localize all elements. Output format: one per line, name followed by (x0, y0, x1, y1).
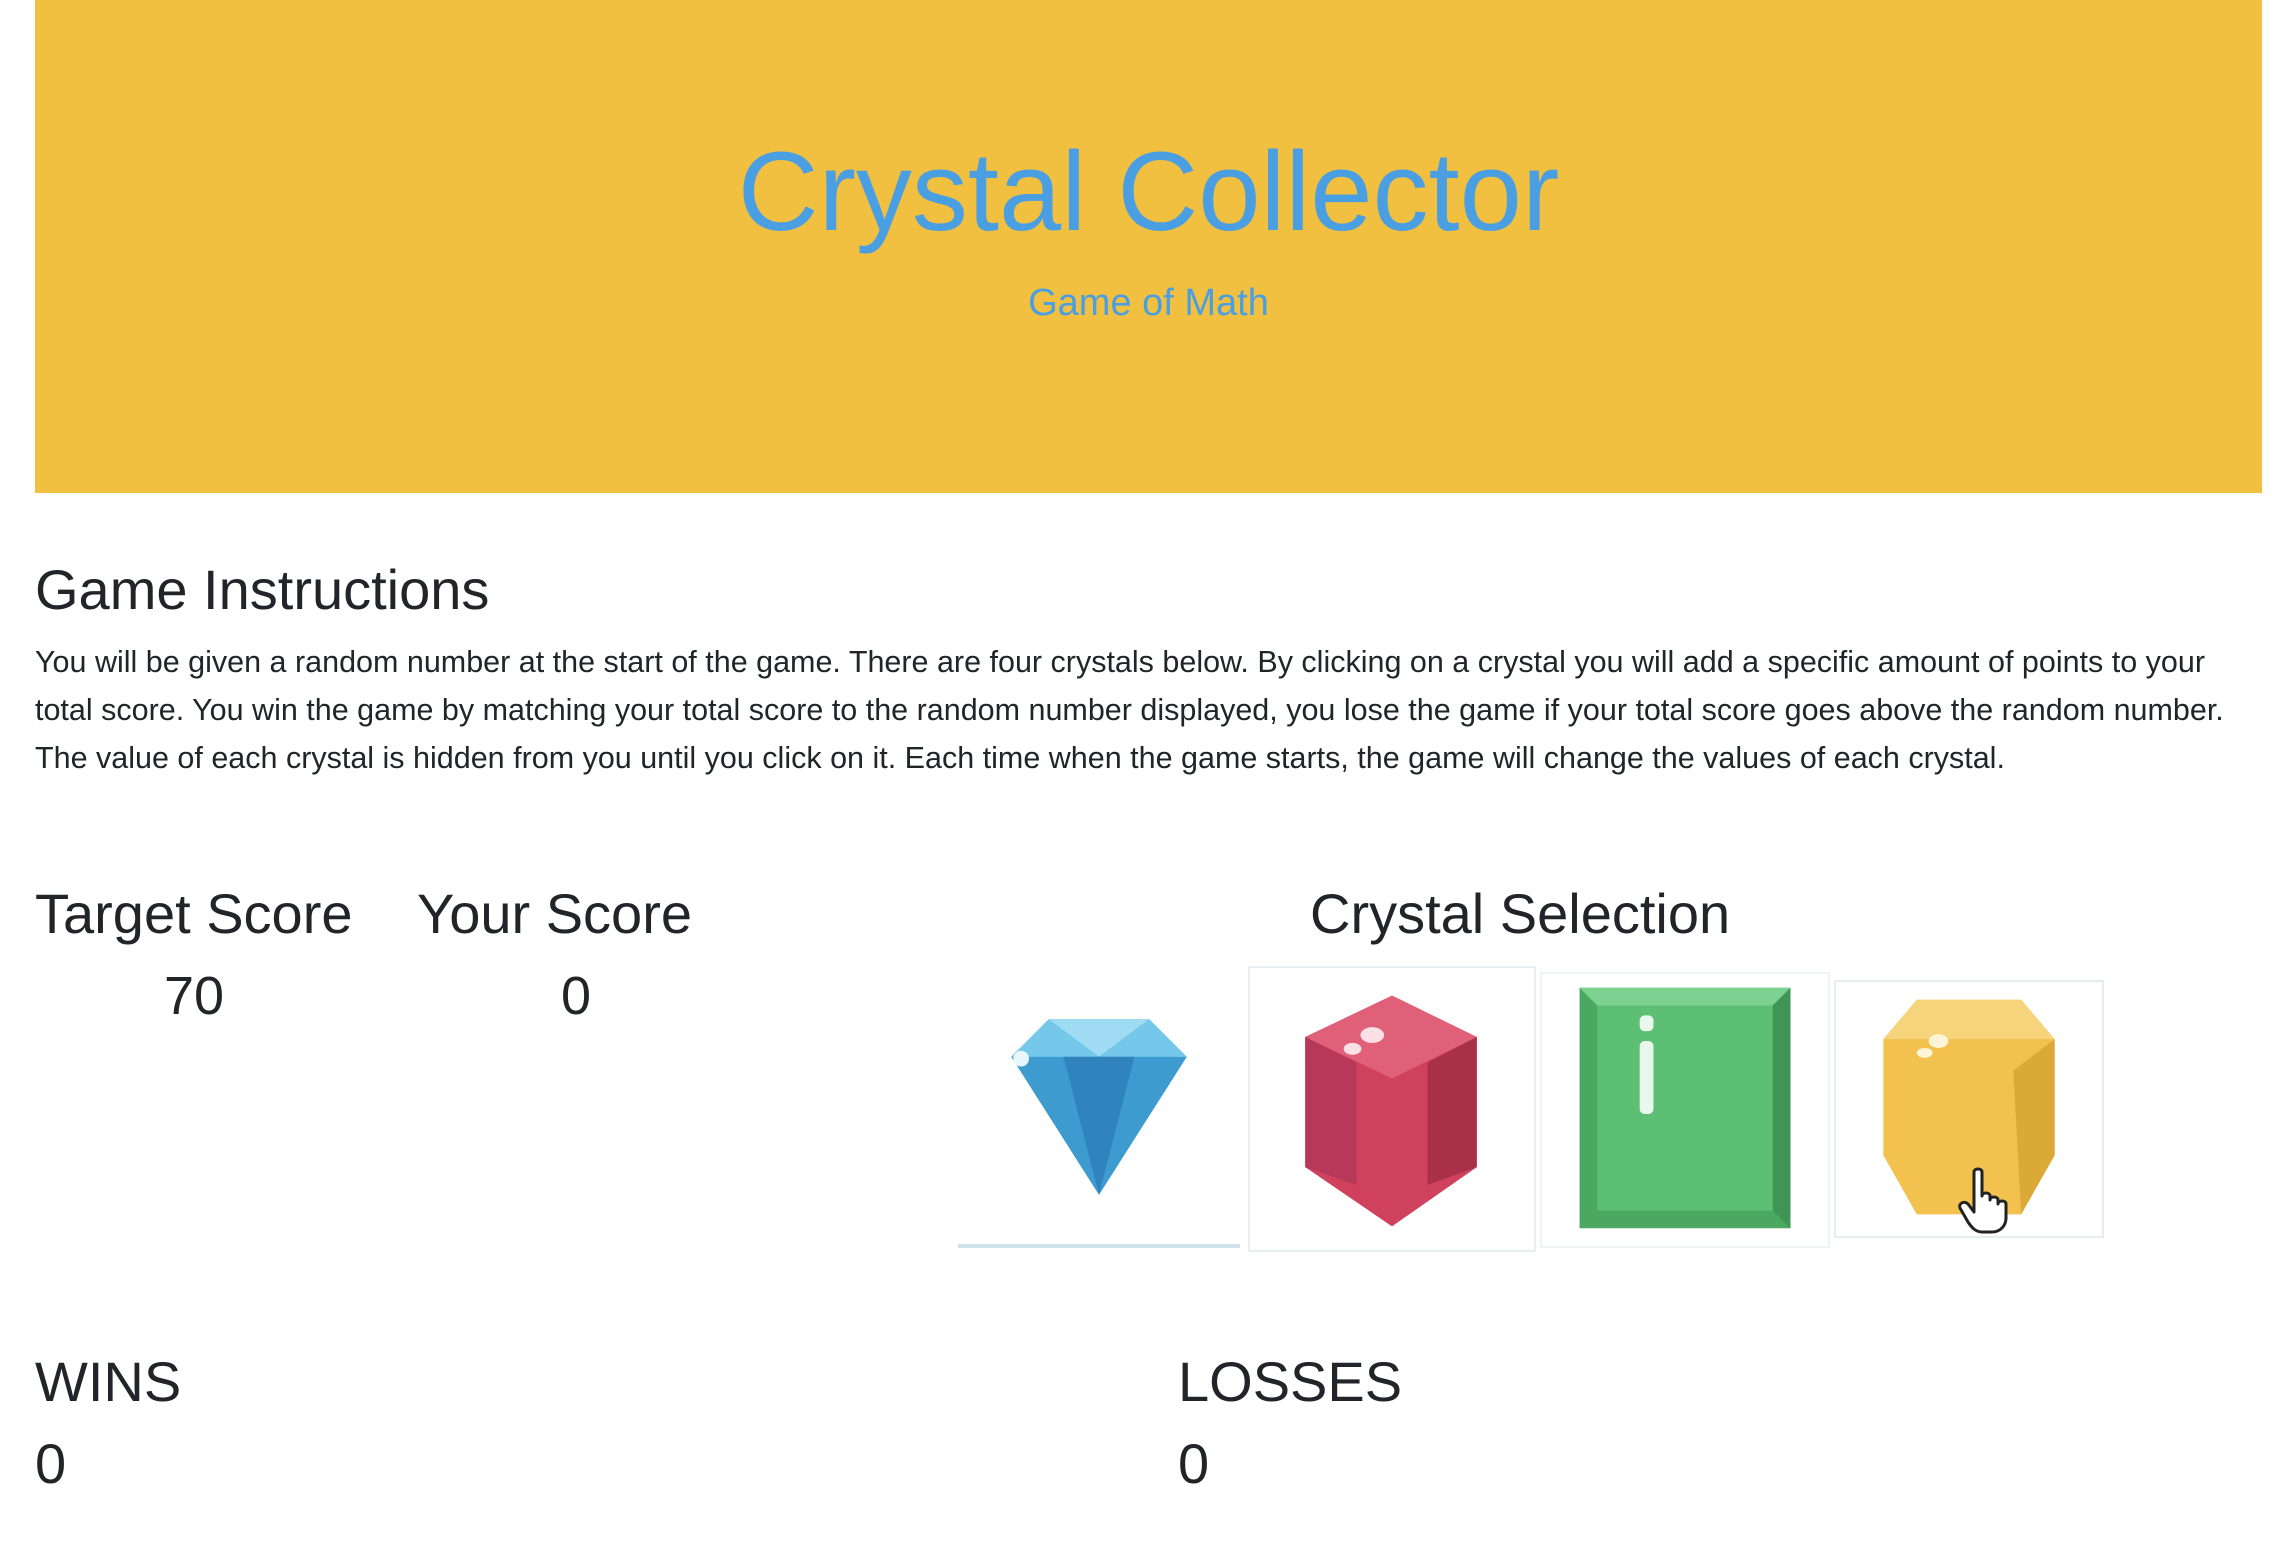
losses-label: LOSSES (1178, 1350, 1403, 1413)
page-subtitle: Game of Math (1028, 282, 1269, 324)
yellow-octagon-crystal[interactable] (1834, 980, 2104, 1238)
wins-value: 0 (35, 1432, 67, 1495)
instructions-heading: Game Instructions (35, 558, 490, 621)
red-hexagon-crystal[interactable] (1248, 966, 1536, 1252)
blue-diamond-crystal[interactable] (958, 968, 1240, 1248)
diamond-icon (1011, 1019, 1187, 1195)
hand-cursor-icon (1958, 1167, 2008, 1234)
ruby-icon (1305, 995, 1477, 1227)
losses-value: 0 (1178, 1432, 1210, 1495)
your-score-value: 0 (560, 966, 592, 1026)
green-square-crystal[interactable] (1540, 972, 1830, 1248)
target-score-value: 70 (163, 966, 225, 1026)
page-title: Crystal Collector (737, 129, 1560, 254)
your-score-label: Your Score (417, 882, 692, 945)
crystal-selection-heading: Crystal Selection (1310, 882, 1731, 945)
target-score-label: Target Score (35, 882, 353, 945)
wins-label: WINS (35, 1350, 182, 1413)
header-banner: Crystal Collector Game of Math (35, 0, 2262, 493)
emerald-icon (1579, 987, 1791, 1229)
instructions-text: You will be given a random number at the… (35, 645, 2224, 775)
